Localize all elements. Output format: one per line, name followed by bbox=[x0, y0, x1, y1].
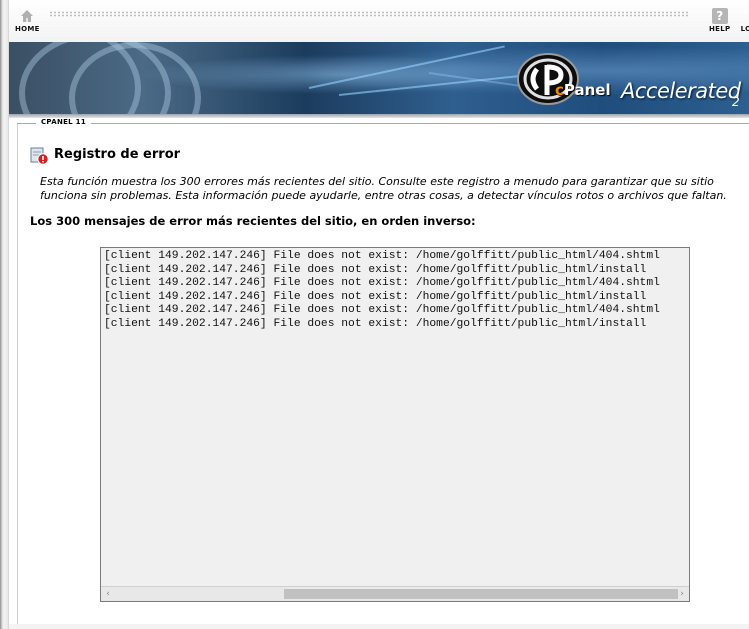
log-heading: Los 300 mensajes de error más recientes … bbox=[30, 214, 476, 228]
help-label: HELP bbox=[709, 25, 731, 33]
logout-button[interactable]: LO bbox=[738, 8, 749, 33]
banner-divider bbox=[9, 114, 749, 118]
log-line: [client 149.202.147.246] File does not e… bbox=[104, 317, 647, 330]
section-rule bbox=[17, 123, 749, 124]
logout-icon bbox=[738, 8, 749, 24]
log-line: [client 149.202.147.246] File does not e… bbox=[104, 277, 660, 290]
page-title: Registro de error bbox=[54, 147, 181, 162]
log-line: [client 149.202.147.246] File does not e… bbox=[104, 304, 660, 317]
help-button[interactable]: ? HELP bbox=[709, 8, 730, 33]
brand-name: cPanel bbox=[555, 81, 611, 99]
log-line: [client 149.202.147.246] File does not e… bbox=[104, 290, 647, 303]
error-log-lines: [client 149.202.147.246] File does not e… bbox=[104, 250, 687, 588]
scroll-left-icon[interactable]: ‹ bbox=[101, 588, 115, 600]
horizontal-scrollbar[interactable]: ‹ › bbox=[101, 586, 689, 601]
page-description: Esta función muestra los 300 errores más… bbox=[40, 175, 727, 202]
error-log-icon bbox=[30, 147, 49, 165]
brand-version: 2 bbox=[732, 95, 740, 109]
nav-divider bbox=[49, 11, 689, 17]
window-frame bbox=[0, 0, 9, 629]
home-label: HOME bbox=[15, 25, 40, 33]
home-button[interactable]: HOME bbox=[15, 8, 40, 33]
section-label: CPANEL 11 bbox=[36, 118, 92, 126]
top-nav: HOME ? HELP LO bbox=[9, 0, 749, 42]
brand-tagline: Accelerated bbox=[621, 79, 741, 103]
cpanel-banner: cPanel Accelerated 2 bbox=[9, 42, 749, 114]
home-icon bbox=[19, 8, 35, 24]
error-log-textarea[interactable]: [client 149.202.147.246] File does not e… bbox=[100, 247, 690, 602]
log-line: [client 149.202.147.246] File does not e… bbox=[104, 263, 647, 276]
logout-label: LO bbox=[740, 25, 749, 33]
scroll-right-icon[interactable]: › bbox=[675, 588, 689, 600]
page-bottom-edge bbox=[9, 624, 749, 629]
log-line: [client 149.202.147.246] File does not e… bbox=[104, 250, 660, 262]
scrollbar-thumb[interactable] bbox=[284, 589, 678, 599]
help-icon: ? bbox=[711, 8, 728, 24]
